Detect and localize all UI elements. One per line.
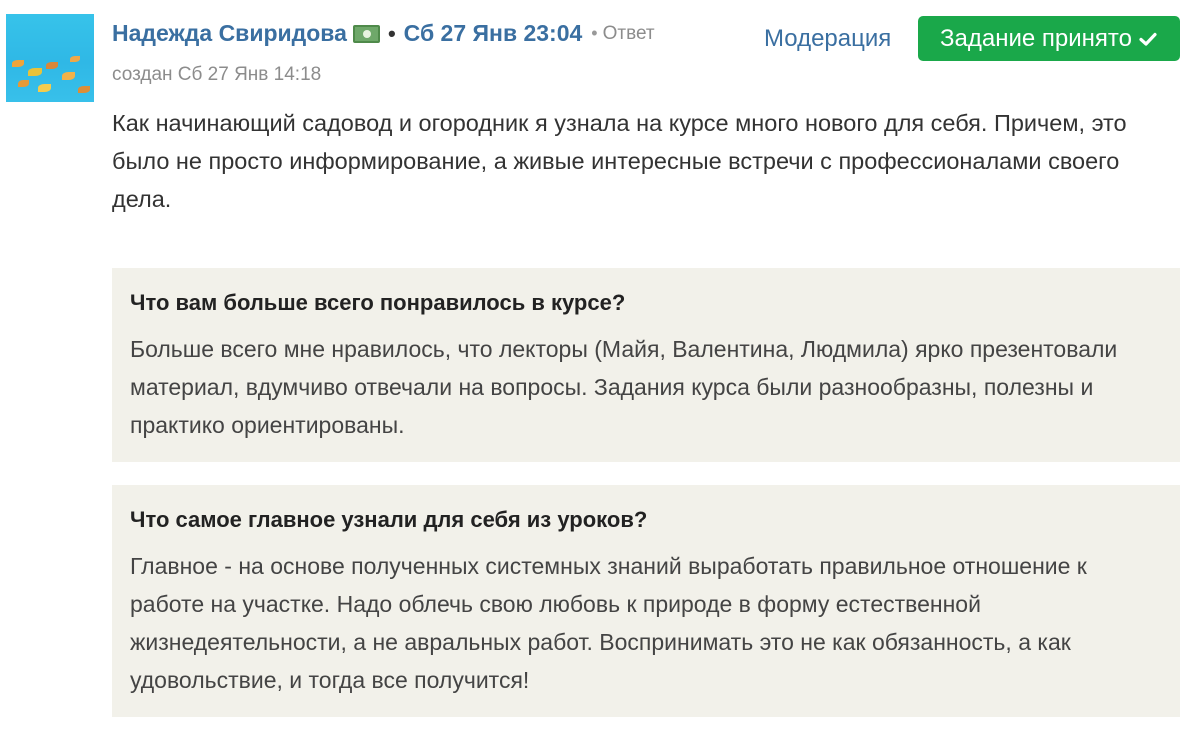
avatar-leaf — [28, 68, 42, 76]
qa-question: Что самое главное узнали для себя из уро… — [130, 507, 648, 532]
task-accepted-button[interactable]: Задание принято — [918, 16, 1180, 61]
money-icon — [352, 24, 380, 43]
comment-body: Как начинающий садовод и огородник я узн… — [112, 110, 1127, 212]
avatar-leaf — [18, 80, 29, 87]
avatar-leaf — [70, 56, 80, 62]
separator-dot: • — [591, 23, 598, 43]
comment-header: Надежда Свиридова • Сб 27 Янв 23:04 • От… — [112, 20, 655, 47]
avatar-leaf — [46, 62, 58, 69]
reply-link[interactable]: Ответ — [603, 23, 655, 45]
avatar-leaf — [78, 86, 90, 93]
qa-answer: Больше всего мне нравилось, что лекторы … — [130, 336, 1118, 438]
moderation-link[interactable]: Модерация — [764, 25, 891, 53]
avatar[interactable] — [6, 14, 94, 102]
avatar-leaf — [38, 84, 51, 92]
avatar-leaf — [62, 72, 75, 80]
post-date[interactable]: Сб 27 Янв 23:04 — [404, 20, 583, 47]
avatar-leaf — [12, 60, 24, 67]
task-accepted-label: Задание принято — [940, 24, 1132, 52]
qa-answer: Главное - на основе полученных системных… — [130, 553, 1087, 693]
qa-block: Что вам больше всего понравилось в курсе… — [112, 268, 1180, 462]
check-icon — [1139, 32, 1157, 46]
author-name[interactable]: Надежда Свиридова — [112, 20, 347, 47]
created-timestamp: создан Сб 27 Янв 14:18 — [112, 64, 322, 85]
separator-dot: • — [387, 20, 396, 46]
comment-card: Надежда Свиридова • Сб 27 Янв 23:04 • От… — [0, 0, 1200, 730]
qa-question: Что вам больше всего понравилось в курсе… — [130, 290, 626, 315]
qa-block: Что самое главное узнали для себя из уро… — [112, 485, 1180, 717]
